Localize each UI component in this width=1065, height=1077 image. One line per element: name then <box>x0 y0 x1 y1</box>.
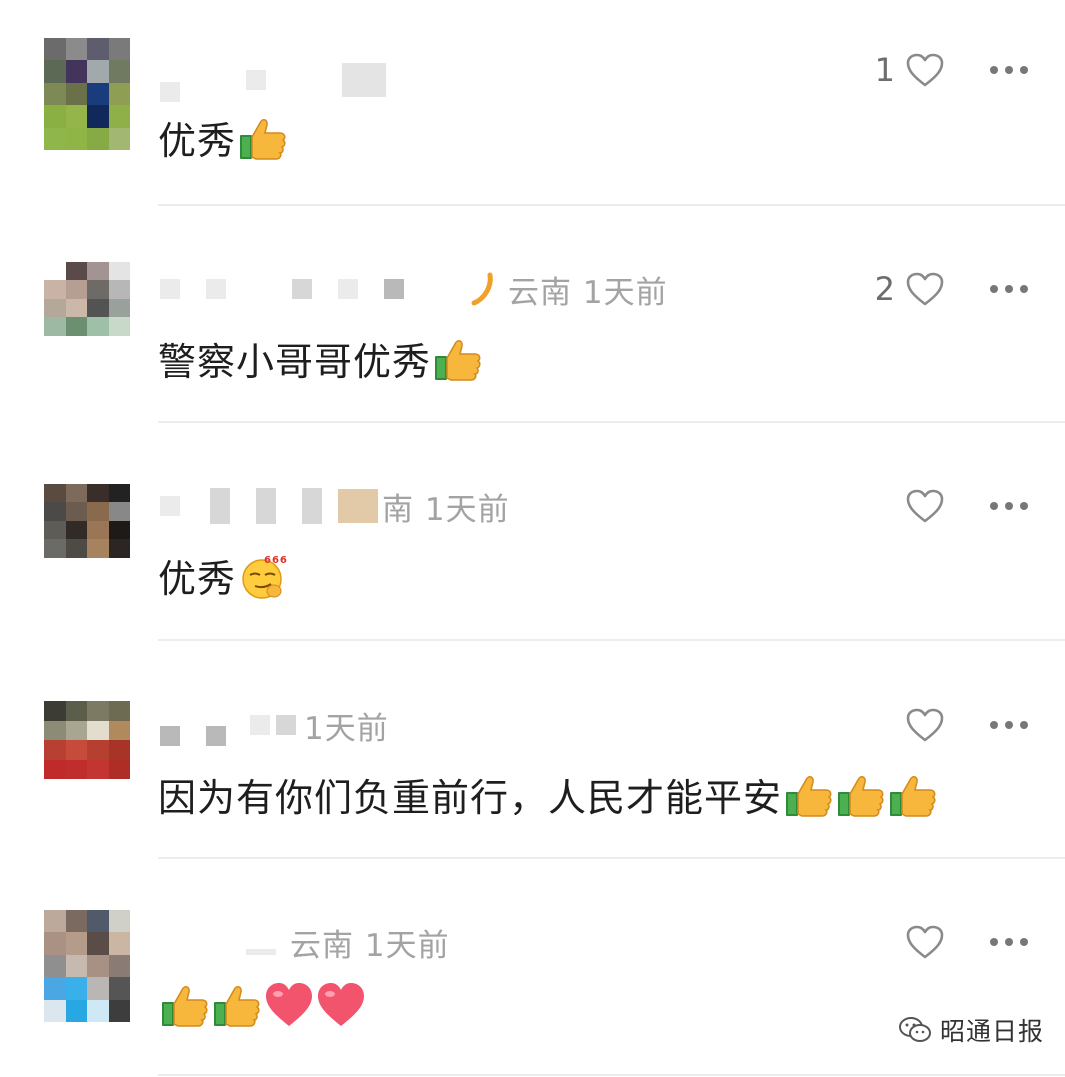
like-button[interactable] <box>895 703 945 747</box>
divider <box>158 421 1065 423</box>
comment-text-content: 因为有你们负重前行，人民才能平安 <box>158 776 783 820</box>
badge-icon <box>471 272 493 306</box>
location-time: 云南 1天前 <box>290 927 450 964</box>
location-time: 1天前 <box>304 710 389 747</box>
wechat-icon <box>899 1017 931 1042</box>
thumbs-up-icon <box>433 336 483 382</box>
thumbs-up-icon <box>238 115 288 161</box>
heart-outline-icon <box>905 924 945 960</box>
divider <box>158 1074 1065 1076</box>
thumbs-up-icon <box>888 772 938 818</box>
comment-text <box>158 982 366 1028</box>
comment-text-content: 警察小哥哥优秀 <box>158 340 432 384</box>
like-button[interactable]: 2 <box>875 267 945 311</box>
comment-item: 优秀 1 <box>0 0 1065 217</box>
username-blurred[interactable]: 云南 1天前 <box>160 920 450 964</box>
comment-text: 警察小哥哥优秀 <box>158 331 483 386</box>
heart-outline-icon <box>905 707 945 743</box>
watermark-label: 昭通日报 <box>940 1017 1045 1046</box>
divider <box>158 204 1065 206</box>
more-options-button[interactable] <box>989 703 1029 747</box>
divider <box>158 857 1065 859</box>
comment-item: 1天前 因为有你们负重前行，人民才能平安 <box>0 651 1065 868</box>
heart-emoji-icon <box>316 982 366 1028</box>
thumbs-up-icon <box>784 772 834 818</box>
avatar[interactable] <box>44 262 130 354</box>
more-options-button[interactable] <box>989 267 1029 311</box>
username-blurred[interactable]: 南 1天前 <box>160 484 510 528</box>
avatar[interactable] <box>44 38 130 150</box>
comment-text: 因为有你们负重前行，人民才能平安 <box>158 767 938 822</box>
ellipsis-icon <box>990 285 1028 293</box>
avatar[interactable] <box>44 910 130 1022</box>
ellipsis-icon <box>990 502 1028 510</box>
username-blurred[interactable]: 1天前 <box>160 703 389 747</box>
more-options-button[interactable] <box>989 920 1029 964</box>
like-button[interactable]: 1 <box>875 48 945 92</box>
avatar[interactable] <box>44 701 130 799</box>
watermark: 昭通日报 <box>898 1012 1044 1048</box>
comment-text-content: 优秀 <box>158 557 237 601</box>
username-blurred[interactable] <box>160 58 412 102</box>
username-blurred[interactable]: 云南 1天前 <box>160 267 668 311</box>
thumbs-up-icon <box>836 772 886 818</box>
comment-item: 南 1天前 优秀 <box>0 434 1065 651</box>
like-button[interactable] <box>895 920 945 964</box>
666-smirk-emoji-icon <box>238 553 288 599</box>
divider <box>158 639 1065 641</box>
like-count: 1 <box>874 51 895 89</box>
more-options-button[interactable] <box>989 484 1029 528</box>
comment-item: 云南 1天前 警察小哥哥优秀 2 <box>0 217 1065 434</box>
heart-outline-icon <box>905 271 945 307</box>
ellipsis-icon <box>990 721 1028 729</box>
location-time: 云南 1天前 <box>508 274 668 311</box>
thumbs-up-icon <box>212 982 262 1028</box>
heart-outline-icon <box>905 488 945 524</box>
like-count: 2 <box>874 270 895 308</box>
ellipsis-icon <box>990 66 1028 74</box>
ellipsis-icon <box>990 938 1028 946</box>
comment-text-content: 优秀 <box>158 119 237 163</box>
location-time: 南 1天前 <box>382 491 510 528</box>
comment-text: 优秀 <box>158 548 288 603</box>
heart-emoji-icon <box>264 982 314 1028</box>
like-button[interactable] <box>895 484 945 528</box>
heart-outline-icon <box>905 52 945 88</box>
thumbs-up-icon <box>160 982 210 1028</box>
comment-text: 优秀 <box>158 110 288 165</box>
more-options-button[interactable] <box>989 48 1029 92</box>
avatar[interactable] <box>44 484 130 576</box>
